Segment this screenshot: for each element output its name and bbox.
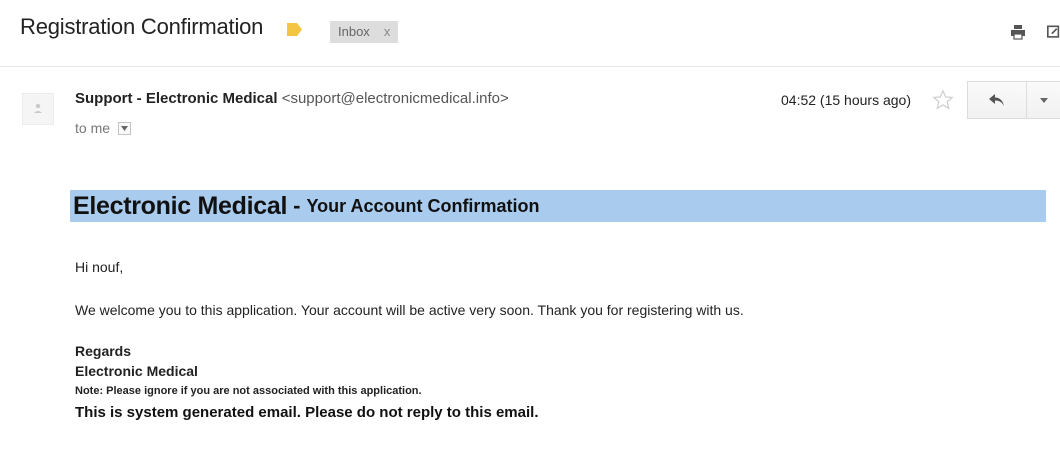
recipient-details-dropdown[interactable] [118, 121, 132, 135]
reply-icon [989, 94, 1004, 106]
message-timestamp: 04:52 (15 hours ago) [781, 92, 911, 108]
banner-heading: Your Account Confirmation [306, 195, 540, 216]
chevron-down-icon [1039, 97, 1048, 103]
greeting-text: Hi nouf, [75, 259, 124, 275]
sender-email: <support@electronicmedical.info> [281, 90, 509, 107]
more-actions-button[interactable] [1027, 81, 1060, 119]
header-divider [0, 66, 1060, 67]
inbox-label-text: Inbox [338, 24, 370, 39]
note-text: Note: Please ignore if you are not assoc… [75, 385, 422, 397]
person-icon [34, 103, 42, 113]
recipient-line: to me [75, 120, 132, 136]
signature-text: Electronic Medical [75, 363, 198, 379]
recipient-text: to me [75, 120, 111, 136]
chevron-down-icon [121, 125, 129, 131]
subject-row: Registration Confirmation Inbox x [0, 0, 1060, 66]
banner-separator: - [293, 193, 301, 218]
system-message-text: This is system generated email. Please d… [75, 404, 539, 421]
email-banner: Electronic Medical - Your Account Confir… [70, 190, 1046, 222]
reply-button[interactable] [967, 81, 1027, 119]
banner-brand: Electronic Medical [73, 191, 288, 220]
label-tag-icon[interactable] [287, 23, 302, 36]
star-icon[interactable] [932, 89, 954, 111]
email-subject: Registration Confirmation [20, 14, 264, 39]
inbox-label-chip: Inbox x [330, 21, 399, 43]
regards-text: Regards [75, 343, 132, 359]
sender-avatar [22, 93, 54, 125]
remove-label-button[interactable]: x [384, 21, 391, 43]
sender-line: Support - Electronic Medical <support@el… [75, 90, 509, 107]
print-icon[interactable] [1010, 24, 1026, 40]
new-window-icon[interactable] [1047, 24, 1060, 40]
welcome-text: We welcome you to this application. Your… [75, 302, 744, 318]
sender-name[interactable]: Support - Electronic Medical [75, 90, 278, 107]
